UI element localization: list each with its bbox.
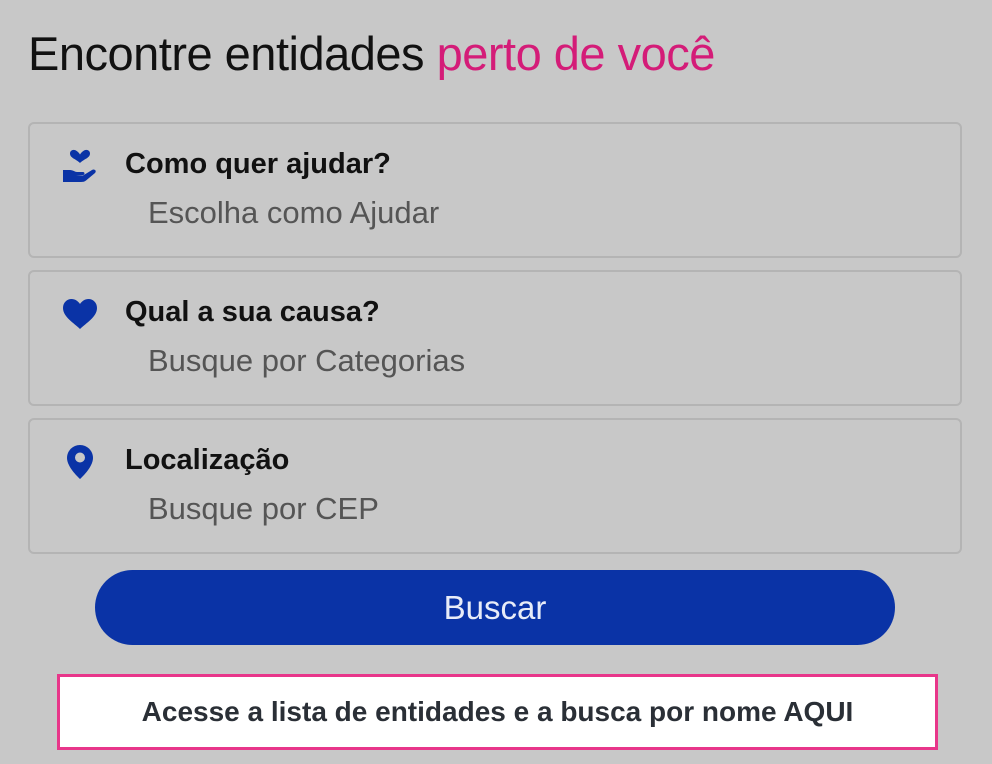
- hand-heart-icon: [60, 146, 100, 186]
- location-field[interactable]: Localização Busque por CEP: [28, 418, 962, 554]
- location-label: Localização: [125, 444, 290, 476]
- cause-label: Qual a sua causa?: [125, 296, 380, 328]
- location-placeholder: Busque por CEP: [148, 491, 379, 526]
- page-title: Encontre entidades perto de você: [28, 26, 715, 81]
- page-title-main: Encontre entidades: [28, 27, 425, 80]
- help-type-label: Como quer ajudar?: [125, 148, 391, 180]
- help-type-field[interactable]: Como quer ajudar? Escolha como Ajudar: [28, 122, 962, 258]
- heart-icon: [60, 294, 100, 334]
- cause-placeholder: Busque por Categorias: [148, 343, 466, 378]
- search-page: Encontre entidades perto de você Como qu…: [0, 0, 992, 764]
- entity-list-link[interactable]: Acesse a lista de entidades e a busca po…: [57, 674, 938, 750]
- help-type-placeholder: Escolha como Ajudar: [148, 195, 440, 230]
- location-pin-icon: [60, 442, 100, 482]
- cause-field[interactable]: Qual a sua causa? Busque por Categorias: [28, 270, 962, 406]
- search-button[interactable]: Buscar: [95, 570, 895, 645]
- page-title-accent: perto de você: [436, 27, 716, 80]
